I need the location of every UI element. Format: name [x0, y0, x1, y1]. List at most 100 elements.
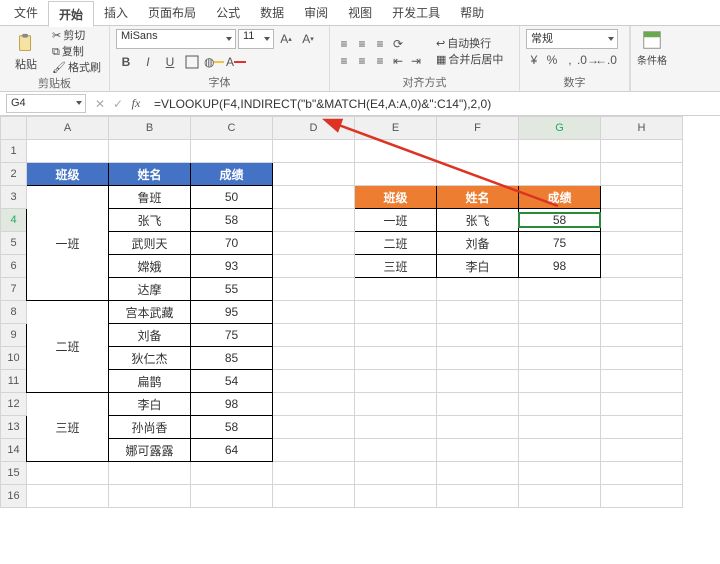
menu-view[interactable]: 视图	[338, 0, 382, 26]
row-header-11[interactable]: 11	[1, 370, 27, 393]
cell-H14[interactable]	[601, 439, 683, 462]
cell-C15[interactable]	[191, 462, 273, 485]
row-header-16[interactable]: 16	[1, 485, 27, 508]
col-header-A[interactable]: A	[27, 117, 109, 140]
wrap-text-button[interactable]: ↩自动换行	[434, 37, 505, 52]
cell-C3[interactable]: 50	[191, 186, 273, 209]
cell-D16[interactable]	[273, 485, 355, 508]
cell-E4[interactable]: 一班	[355, 209, 437, 232]
cell-G5[interactable]: 75	[519, 232, 601, 255]
cell-F5[interactable]: 刘备	[437, 232, 519, 255]
row-header-6[interactable]: 6	[1, 255, 27, 278]
row-header-15[interactable]: 15	[1, 462, 27, 485]
format-painter-button[interactable]: 🖌格式刷	[50, 61, 103, 76]
cancel-formula-button[interactable]: ✕	[92, 96, 108, 112]
cell-D1[interactable]	[273, 140, 355, 163]
cell-E12[interactable]	[355, 393, 437, 416]
comma-button[interactable]: ,	[562, 52, 578, 68]
cell-E14[interactable]	[355, 439, 437, 462]
font-color-button[interactable]: A	[226, 52, 246, 72]
cut-button[interactable]: ✂剪切	[50, 29, 103, 44]
cell-F10[interactable]	[437, 347, 519, 370]
orientation-button[interactable]: ⟳	[390, 36, 406, 52]
cell-E1[interactable]	[355, 140, 437, 163]
menu-data[interactable]: 数据	[250, 0, 294, 26]
cell-C13[interactable]: 58	[191, 416, 273, 439]
row-header-14[interactable]: 14	[1, 439, 27, 462]
cell-G12[interactable]	[519, 393, 601, 416]
cell-A15[interactable]	[27, 462, 109, 485]
cell-B10[interactable]: 狄仁杰	[109, 347, 191, 370]
cell-C12[interactable]: 98	[191, 393, 273, 416]
cell-B6[interactable]: 嫦娥	[109, 255, 191, 278]
cell-D4[interactable]	[273, 209, 355, 232]
col-header-D[interactable]: D	[273, 117, 355, 140]
align-left-button[interactable]: ≡	[336, 53, 352, 69]
inc-decimal-button[interactable]: .0→	[580, 52, 596, 68]
cell-F4[interactable]: 张飞	[437, 209, 519, 232]
cell-F15[interactable]	[437, 462, 519, 485]
cell-D11[interactable]	[273, 370, 355, 393]
cell-C1[interactable]	[191, 140, 273, 163]
cell-E3[interactable]: 班级	[355, 186, 437, 209]
cell-D14[interactable]	[273, 439, 355, 462]
col-header-F[interactable]: F	[437, 117, 519, 140]
align-middle-button[interactable]: ≡	[354, 36, 370, 52]
cell-F1[interactable]	[437, 140, 519, 163]
increase-font-button[interactable]: A▴	[276, 29, 296, 49]
cell-H7[interactable]	[601, 278, 683, 301]
font-name-select[interactable]: MiSans	[116, 29, 236, 49]
font-size-select[interactable]: 11	[238, 29, 274, 49]
cell-C7[interactable]: 55	[191, 278, 273, 301]
cell-H16[interactable]	[601, 485, 683, 508]
cell-D6[interactable]	[273, 255, 355, 278]
cell-E7[interactable]	[355, 278, 437, 301]
cell-D12[interactable]	[273, 393, 355, 416]
cell-G14[interactable]	[519, 439, 601, 462]
currency-button[interactable]: ¥	[526, 52, 542, 68]
border-button[interactable]	[182, 52, 202, 72]
cell-G13[interactable]	[519, 416, 601, 439]
cell-B14[interactable]: 娜可露露	[109, 439, 191, 462]
conditional-format-button[interactable]: 条件格	[637, 29, 667, 67]
cell-E9[interactable]	[355, 324, 437, 347]
cell-B1[interactable]	[109, 140, 191, 163]
cell-H2[interactable]	[601, 163, 683, 186]
align-bottom-button[interactable]: ≡	[372, 36, 388, 52]
cell-H9[interactable]	[601, 324, 683, 347]
cell-B2[interactable]: 姓名	[109, 163, 191, 186]
cell-H4[interactable]	[601, 209, 683, 232]
merge-center-button[interactable]: ▦合并后居中	[434, 53, 505, 68]
col-header-H[interactable]: H	[601, 117, 683, 140]
cell-G16[interactable]	[519, 485, 601, 508]
cell-C16[interactable]	[191, 485, 273, 508]
cell-D2[interactable]	[273, 163, 355, 186]
cell-E2[interactable]	[355, 163, 437, 186]
align-center-button[interactable]: ≡	[354, 53, 370, 69]
worksheet[interactable]: ABCDEFGH12班级姓名成绩3一班鲁班50班级姓名成绩4张飞58一班张飞58…	[0, 116, 720, 564]
italic-button[interactable]: I	[138, 52, 158, 72]
cell-H11[interactable]	[601, 370, 683, 393]
cell-B3[interactable]: 鲁班	[109, 186, 191, 209]
col-header-B[interactable]: B	[109, 117, 191, 140]
col-header-C[interactable]: C	[191, 117, 273, 140]
cell-D5[interactable]	[273, 232, 355, 255]
row-header-10[interactable]: 10	[1, 347, 27, 370]
cell-A12[interactable]: 三班	[27, 393, 109, 462]
cell-E10[interactable]	[355, 347, 437, 370]
cell-H5[interactable]	[601, 232, 683, 255]
cell-F12[interactable]	[437, 393, 519, 416]
cell-A3[interactable]: 一班	[27, 186, 109, 301]
cell-C14[interactable]: 64	[191, 439, 273, 462]
name-box[interactable]: G4	[6, 94, 86, 113]
cell-D10[interactable]	[273, 347, 355, 370]
align-top-button[interactable]: ≡	[336, 36, 352, 52]
bold-button[interactable]: B	[116, 52, 136, 72]
cell-G6[interactable]: 98	[519, 255, 601, 278]
cell-H1[interactable]	[601, 140, 683, 163]
menu-file[interactable]: 文件	[4, 0, 48, 26]
cell-B7[interactable]: 达摩	[109, 278, 191, 301]
fill-color-button[interactable]: ◍	[204, 52, 224, 72]
row-header-9[interactable]: 9	[1, 324, 27, 347]
cell-F2[interactable]	[437, 163, 519, 186]
